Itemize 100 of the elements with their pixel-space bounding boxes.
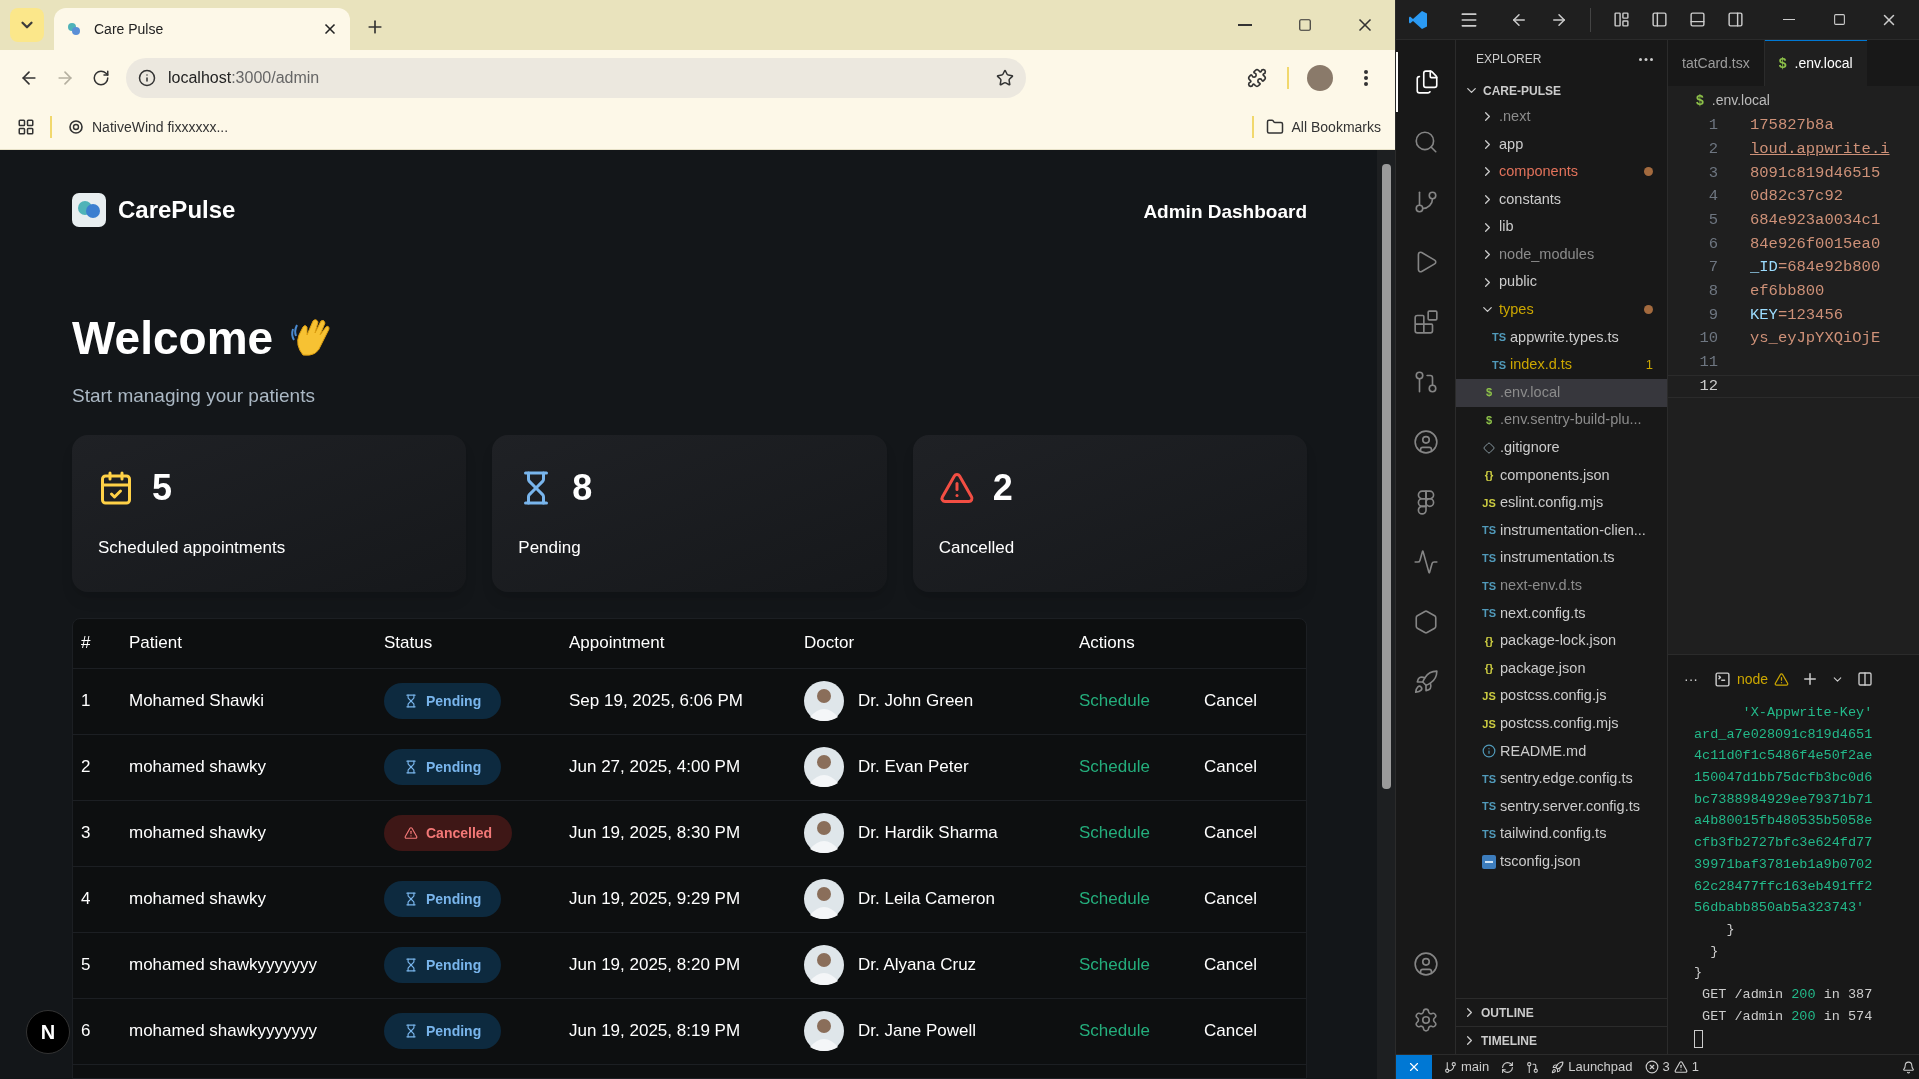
file-type-icon: JS <box>1480 715 1498 733</box>
file-row[interactable]: $ .env.sentry-build-plu... <box>1456 406 1667 435</box>
folder-row[interactable]: .next <box>1456 103 1667 131</box>
stat-count: 2 <box>992 465 1013 510</box>
code-line: KEY=123456 <box>1750 304 1844 326</box>
file-row[interactable]: TS index.d.ts 1 <box>1456 351 1667 379</box>
folder-name: node_modules <box>1499 244 1596 264</box>
folder-name: public <box>1499 272 1538 292</box>
folder-row[interactable]: lib <box>1456 213 1667 241</box>
terminal-line: } <box>1709 942 1720 961</box>
file-name: postcss.config.js <box>1500 686 1608 706</box>
cancel-link[interactable]: Cancel <box>1204 886 1306 912</box>
file-name: .env.sentry-build-plu... <box>1500 410 1643 430</box>
launchpad-button[interactable]: Launchpad <box>1551 1057 1633 1077</box>
project-name[interactable]: CARE-PULSE <box>1483 81 1561 100</box>
schedule-link[interactable]: Schedule <box>1079 688 1204 714</box>
all-bookmarks-button[interactable]: All Bookmarks <box>1265 116 1381 138</box>
problems-indicator[interactable]: 3 1 <box>1644 1057 1699 1077</box>
cancel-link[interactable]: Cancel <box>1204 688 1306 714</box>
file-name: sentry.server.config.ts <box>1500 796 1641 816</box>
folder-row[interactable]: app <box>1456 130 1667 159</box>
file-type-icon: TS <box>1480 798 1498 815</box>
appointment-date: Jun 19, 2025, 9:29 PM <box>569 888 742 911</box>
file-row[interactable]: README.md <box>1456 737 1667 766</box>
cancel-link[interactable]: Cancel <box>1204 1018 1306 1044</box>
profile-avatar[interactable] <box>1307 64 1333 91</box>
file-row[interactable]: JS eslint.config.mjs <box>1456 489 1667 517</box>
file-type-icon: {} <box>1480 632 1498 650</box>
file-row[interactable]: tsconfig.json <box>1456 848 1667 876</box>
schedule-link[interactable]: Schedule <box>1079 886 1204 912</box>
rocket-icon <box>1412 669 1439 695</box>
dev-indicator[interactable]: N <box>26 1010 70 1054</box>
error-icon <box>1644 1060 1659 1074</box>
folder-name: .next <box>1499 106 1532 126</box>
terminal-line: } <box>1694 964 1704 983</box>
scrollbar-thumb[interactable] <box>1381 164 1391 789</box>
minimize-icon <box>1783 19 1795 20</box>
flower-icon <box>68 119 84 135</box>
file-row[interactable]: TS sentry.server.config.ts <box>1456 792 1667 821</box>
folder-row[interactable]: components <box>1456 158 1667 186</box>
file-row[interactable]: {} components.json <box>1456 461 1667 490</box>
breadcrumb[interactable]: .env.local <box>1711 89 1770 111</box>
url-text: localhost:3000/admin <box>168 67 321 88</box>
file-row[interactable]: {} package-lock.json <box>1456 627 1667 655</box>
folder-row[interactable]: types <box>1456 296 1667 324</box>
file-row[interactable]: {} package.json <box>1456 654 1667 683</box>
file-row[interactable]: JS postcss.config.js <box>1456 682 1667 711</box>
doctor-name: Dr. Leila Cameron <box>858 888 995 911</box>
section-header[interactable]: OUTLINE <box>1456 998 1667 1026</box>
code-line: 0d82c37c92 <box>1750 186 1843 208</box>
branch-indicator[interactable]: main <box>1444 1057 1490 1077</box>
terminal-tab[interactable]: node <box>1714 668 1790 690</box>
file-row[interactable]: $ .env.local <box>1456 378 1667 407</box>
file-row[interactable]: TS appwrite.types.ts <box>1456 323 1667 352</box>
folder-row[interactable]: constants <box>1456 185 1667 214</box>
file-row[interactable]: TS sentry.edge.config.ts <box>1456 765 1667 793</box>
file-row[interactable]: TS next.config.ts <box>1456 599 1667 628</box>
patient-name: mohamed shawky <box>129 822 267 845</box>
folder-row[interactable]: node_modules <box>1456 240 1667 269</box>
warning-icon <box>404 826 418 840</box>
status-badge: Pending <box>384 881 502 917</box>
problem-count: 1 <box>1645 356 1653 375</box>
cancel-link[interactable]: Cancel <box>1204 754 1306 780</box>
column-header: # <box>80 632 92 655</box>
row-number: 2 <box>80 756 92 779</box>
file-name: index.d.ts <box>1510 355 1574 375</box>
cancel-link[interactable]: Cancel <box>1204 952 1306 978</box>
vscode-logo-icon <box>1408 9 1428 30</box>
editor-tab[interactable]: $ .env.local <box>1764 40 1867 86</box>
schedule-link[interactable]: Schedule <box>1079 1018 1204 1044</box>
file-name: .gitignore <box>1500 438 1561 458</box>
file-row[interactable]: TS instrumentation.ts <box>1456 544 1667 573</box>
branch-icon <box>1412 189 1439 215</box>
pull-request-icon <box>1412 369 1439 395</box>
sync-icon <box>1501 1060 1515 1074</box>
schedule-link[interactable]: Schedule <box>1079 952 1204 978</box>
schedule-link[interactable]: Schedule <box>1079 754 1204 780</box>
doctor-avatar <box>804 945 844 985</box>
tab-search-button[interactable] <box>10 8 44 42</box>
schedule-link[interactable]: Schedule <box>1079 820 1204 846</box>
file-row[interactable]: TS instrumentation-clien... <box>1456 516 1667 545</box>
column-header: Actions <box>1079 632 1136 655</box>
bookmark[interactable]: NativeWind fixxxxxx... <box>64 116 233 138</box>
files-icon <box>1413 69 1440 95</box>
file-row[interactable]: .gitignore <box>1456 434 1667 462</box>
address-field[interactable]: localhost:3000/admin <box>126 57 1026 98</box>
folder-row[interactable]: public <box>1456 268 1667 297</box>
cancel-link[interactable]: Cancel <box>1204 820 1306 846</box>
appointment-date: Sep 19, 2025, 6:06 PM <box>569 690 744 713</box>
row-number: 1 <box>80 690 92 713</box>
welcome-heading: Welcome <box>72 311 274 366</box>
file-row[interactable]: TS tailwind.config.ts <box>1456 820 1667 849</box>
file-row[interactable]: JS postcss.config.mjs <box>1456 710 1667 738</box>
line-number: 11 <box>1698 352 1719 374</box>
file-row[interactable]: TS next-env.d.ts <box>1456 572 1667 600</box>
warning-icon <box>1673 1060 1688 1074</box>
browser-tab[interactable]: Care Pulse <box>54 8 350 50</box>
info-icon <box>138 68 156 87</box>
logo-icon <box>72 193 106 227</box>
more-button[interactable]: ··· <box>1684 668 1698 690</box>
